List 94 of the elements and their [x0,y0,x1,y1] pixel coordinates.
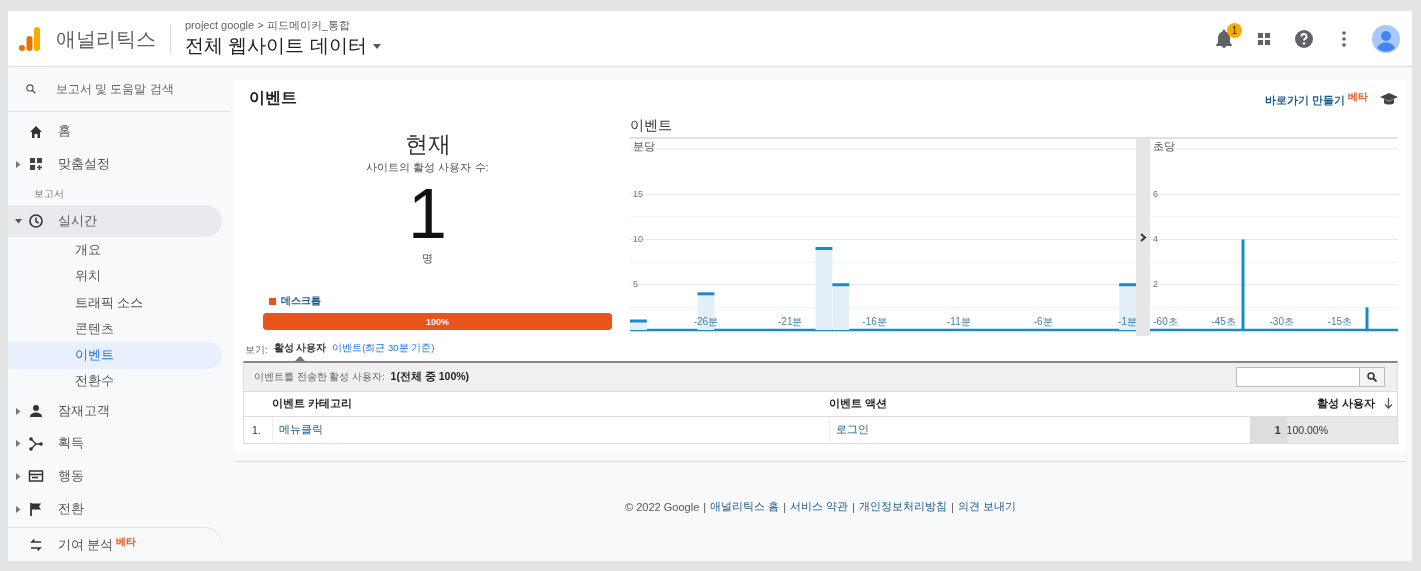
view-tab[interactable]: 이벤트(최근 30분 기준) [332,342,435,358]
product-name: 애널리틱스 [56,23,171,54]
nav-group[interactable]: 잠재고객 [8,394,222,428]
nav-icon [28,403,44,420]
nav-group[interactable]: 맞춤설정 [8,148,222,181]
chart-label: 분당 [633,139,655,154]
count-unit: 명 [422,251,433,266]
summary-label: 이벤트를 전송한 활성 사용자: [254,370,385,384]
graduation-cap-icon[interactable] [1380,91,1398,106]
nav-icon [28,156,44,173]
page-title: 이벤트 [249,88,297,108]
nav-subitem[interactable]: 개요 [8,237,222,264]
x-tick-label: -45초 [1211,316,1236,327]
account-avatar-icon[interactable] [1372,24,1400,53]
nav-icon [28,435,44,452]
view-label: 보기: [245,343,268,357]
event-action-link[interactable]: 로그인 [835,423,869,435]
footer-separator: | [852,500,855,513]
x-tick-label: -16분 [862,316,887,327]
active-users-count: 1 [408,179,447,249]
event-category-link[interactable]: 메뉴클릭 [278,423,323,435]
footer-separator: | [950,500,954,513]
column-header[interactable]: 활성 사용자 [1317,397,1375,409]
x-tick-label: -26분 [693,316,719,327]
legend-label: 데스크톱 [281,294,321,308]
x-tick-label: -30초 [1269,316,1294,327]
footer-link[interactable]: 서비스 약관 [790,499,849,514]
summary-value: 1(전체 중 100%) [390,370,470,384]
account-breadcrumb[interactable]: project google > 피드메이커_통합 [185,18,381,33]
x-tick-label: -6분 [1033,316,1053,327]
view-selector[interactable]: 전체 웹사이트 데이터 [185,33,381,59]
collapsed-caret-icon[interactable] [15,505,21,513]
nav-icon [28,123,44,140]
nav-subitem[interactable]: 위치 [8,263,222,290]
nav-group[interactable]: 행동 [8,460,222,493]
y-tick-label: 5 [633,279,638,290]
copyright-text: © 2022 Google [625,500,700,513]
table-search-field[interactable] [1236,367,1385,387]
nav-icon [28,468,44,485]
footer-link[interactable]: 의견 보내기 [957,499,1016,514]
column-header[interactable]: 이벤트 카테고리 [272,397,352,409]
nav-group[interactable]: 획득 [8,427,222,461]
nav-item[interactable]: 기여 분석 $^{베타}$ [8,527,222,561]
legend-swatch [269,297,276,305]
notification-badge: 1 [1227,22,1242,38]
y-tick-label: 15 [633,188,643,199]
nav-subitem[interactable]: 전환수 [8,368,222,395]
x-tick-label: -60초 [1153,316,1178,327]
row-index: 1. [252,424,261,436]
x-tick-label: -11분 [947,316,971,327]
nav-icon [28,501,44,517]
chart-title: 이벤트 [630,117,1398,139]
nav-subitem[interactable]: 트래픽 소스 [8,289,222,317]
analytics-logo-icon[interactable] [18,25,42,52]
collapsed-caret-icon[interactable] [15,472,21,480]
footer-link[interactable]: 개인정보처리방침 [858,499,947,514]
view-tab[interactable]: 활성 사용자 [273,342,327,358]
nav-subitem[interactable]: 콘텐츠 [8,316,222,343]
nav-subitem[interactable]: 이벤트 [8,342,222,369]
nav-group[interactable]: 전환 [8,492,222,526]
y-tick-label: 10 [633,233,643,244]
sort-arrow-icon[interactable] [1384,398,1393,409]
nav-item[interactable]: 홈 [8,115,222,149]
search-field[interactable]: 보고서 및 도움말 검색 [8,67,230,112]
footer-separator: | [783,500,787,513]
footer-separator: | [703,500,707,513]
nav-icon [28,213,44,230]
x-tick-label: -21분 [778,316,803,327]
y-tick-label: 2 [1153,279,1158,290]
users-value: 1 [1274,424,1281,436]
collapsed-caret-icon[interactable] [15,161,21,168]
search-icon [26,81,36,96]
collapsed-caret-icon[interactable] [15,440,21,448]
section-heading: 보고서 [33,186,65,201]
search-button[interactable] [1359,368,1384,386]
y-tick-label: 6 [1153,188,1158,199]
x-tick-label: -15초 [1327,316,1353,327]
search-input[interactable]: 보고서 및 도움말 검색 [54,81,212,96]
active-users-label: 사이트의 활성 사용자 수: [366,160,489,175]
chart-label: 초당 [1153,139,1175,154]
collapsed-caret-icon[interactable] [15,407,21,415]
dropdown-caret-icon[interactable] [372,43,381,49]
column-header[interactable]: 이벤트 액션 [829,397,887,409]
search-icon [1367,372,1377,382]
expanded-caret-icon[interactable] [14,218,22,224]
nav-icon [28,536,44,553]
x-tick-label: -1분 [1118,316,1136,327]
y-tick-label: 4 [1153,233,1158,244]
chevron-right-icon[interactable] [1139,233,1147,242]
current-heading: 현재 [404,130,451,159]
share-label: 100% [426,316,449,327]
footer-link[interactable]: 애널리틱스 홈 [710,499,780,514]
users-share: 100.00% [1286,424,1329,436]
nav-group[interactable]: 실시간 [8,204,222,238]
